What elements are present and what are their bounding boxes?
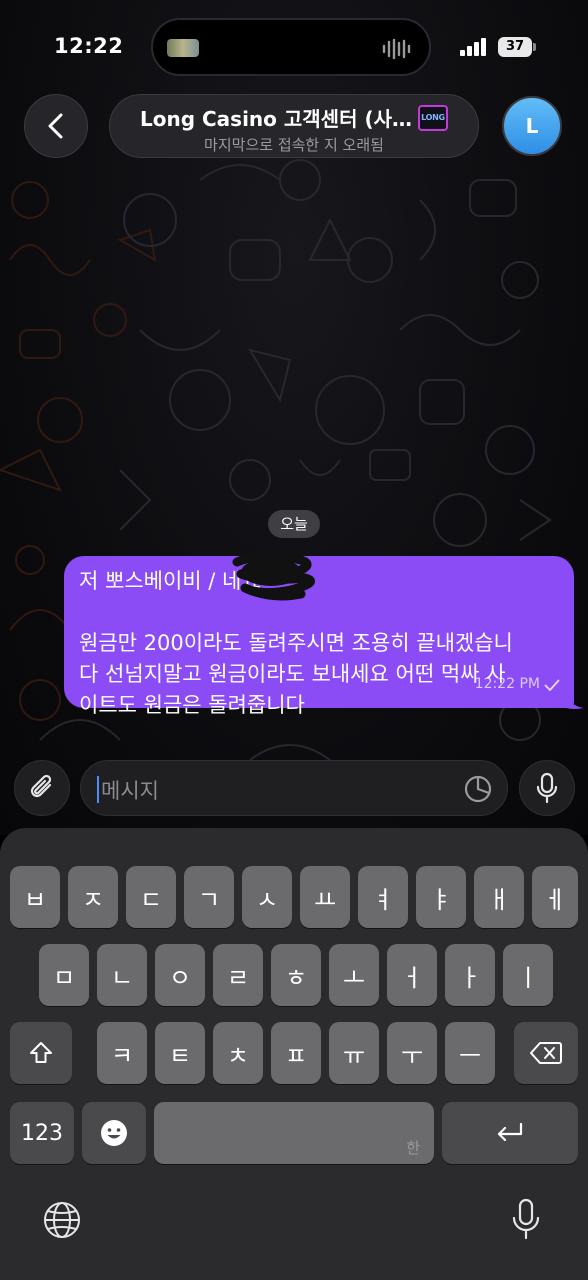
redaction-scribble [232,551,316,601]
space-language-label: 한 [406,1139,420,1157]
return-key[interactable] [442,1102,578,1164]
key[interactable]: ㅂ [10,866,60,928]
bubble-tail [566,690,584,709]
key[interactable]: ㄱ [184,866,234,928]
cellular-signal-icon [460,38,486,56]
sent-check-icon [544,678,560,691]
paperclip-icon [30,774,52,798]
key[interactable]: ㅓ [387,944,437,1006]
delete-icon [530,1042,562,1064]
shift-key[interactable] [10,1022,72,1084]
avatar[interactable]: L [502,96,562,156]
key[interactable]: ㅗ [329,944,379,1006]
key[interactable]: ㄷ [126,866,176,928]
key[interactable]: ㅎ [271,944,321,1006]
battery-tip [533,43,536,51]
key[interactable]: ㅠ [329,1022,379,1084]
message-time: 12:22 PM [474,676,540,692]
key[interactable]: ㅛ [300,866,350,928]
key[interactable]: ㄴ [97,944,147,1006]
voice-record-button[interactable] [519,760,575,816]
channel-logo: LONG [417,104,448,131]
key[interactable]: ㅋ [97,1022,147,1084]
battery-indicator: 37 [498,37,532,57]
sticker-icon[interactable] [463,774,493,804]
now-playing-artwork [167,39,199,57]
return-icon [497,1122,523,1142]
key[interactable]: ㅈ [68,866,118,928]
numbers-key[interactable]: 123 [10,1102,74,1164]
key[interactable]: ㅜ [387,1022,437,1084]
status-time: 12:22 [54,34,124,58]
emoji-key[interactable] [82,1102,146,1164]
globe-icon[interactable] [42,1200,82,1240]
microphone-icon [536,772,558,804]
key[interactable]: ㅡ [445,1022,495,1084]
chat-title-pill[interactable]: Long Casino 고객센터 (사… LONG 마지막으로 접속한 지 오래… [109,94,479,158]
shift-icon [30,1042,52,1063]
chat-title: Long Casino 고객센터 (사… [140,107,412,131]
delete-key[interactable] [514,1022,578,1084]
date-separator: 오늘 [268,510,320,538]
status-bar: 12:22 37 [0,0,588,90]
key[interactable]: ㅕ [358,866,408,928]
key[interactable]: ㅌ [155,1022,205,1084]
key[interactable]: ㅇ [155,944,205,1006]
key[interactable]: ㅣ [503,944,553,1006]
key[interactable]: ㅐ [474,866,524,928]
key[interactable]: ㅏ [445,944,495,1006]
dynamic-island [151,18,431,76]
message-input-placeholder: 메시지 [101,779,159,803]
message-line: 원금만 200이라도 돌려주시면 조용히 끝내겠습니 [79,631,513,655]
key[interactable]: ㅍ [271,1022,321,1084]
chat-status: 마지막으로 접속한 지 오래됨 [204,136,384,154]
message-input[interactable]: 메시지 [80,760,508,816]
back-button[interactable] [24,94,88,158]
key[interactable]: ㅅ [242,866,292,928]
message-meta: 12:22 PM [475,669,560,700]
key[interactable]: ㅁ [39,944,89,1006]
audio-wave-icon [382,38,411,60]
key[interactable]: ㅊ [213,1022,263,1084]
attach-button[interactable] [14,760,70,816]
text-caret [97,776,99,803]
space-key[interactable]: 한 [154,1102,434,1164]
key[interactable]: ㅑ [416,866,466,928]
dictation-microphone-icon[interactable] [511,1198,541,1242]
emoji-icon [101,1120,127,1146]
key[interactable]: ㅔ [532,866,578,928]
chevron-left-icon [48,113,63,139]
key[interactable]: ㄹ [213,944,263,1006]
keyboard: ㅂ ㅈ ㄷ ㄱ ㅅ ㅛ ㅕ ㅑ ㅐ ㅔ ㅁ ㄴ ㅇ ㄹ ㅎ ㅗ ㅓ ㅏ ㅣ ㅋ … [0,828,588,1280]
